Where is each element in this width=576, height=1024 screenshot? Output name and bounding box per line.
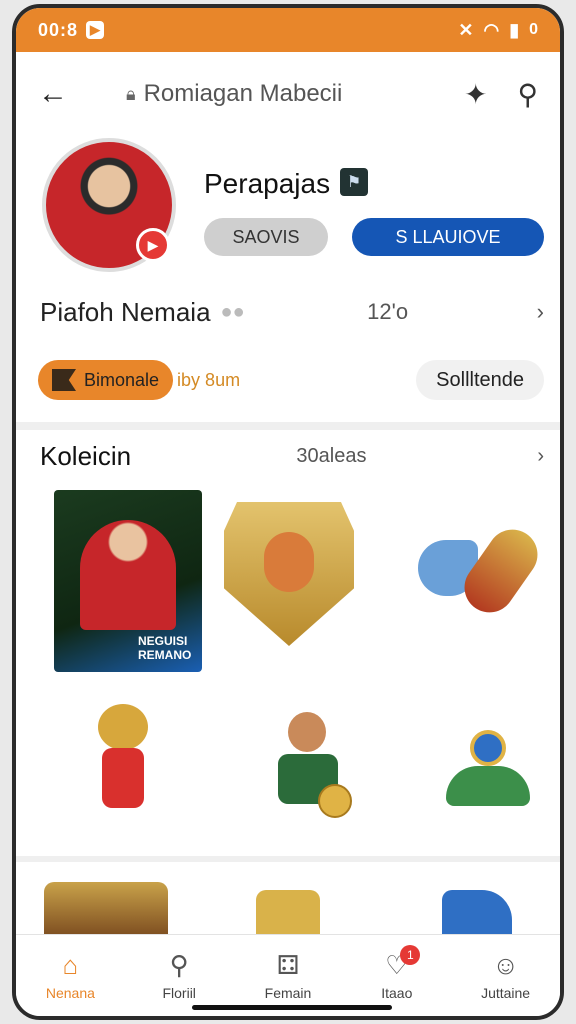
subtext: iby 8um bbox=[177, 369, 241, 390]
nav-search[interactable]: ⚲ Floriil bbox=[125, 935, 234, 1016]
collection-card-5[interactable] bbox=[238, 704, 378, 834]
profile-icon: ☺ bbox=[492, 950, 519, 980]
bottom-nav: ⌂ Nenana ⚲ Floriil ⚃ Femain ♡ 1 Itaao ☺ … bbox=[16, 934, 560, 1016]
page-title: Romiagan Mabecii bbox=[143, 80, 343, 107]
top-bar: ← 🔒︎ Romiagan Mabecii ✦ ⚲ bbox=[16, 66, 560, 122]
machine-base bbox=[446, 766, 530, 806]
back-arrow-icon[interactable]: ← bbox=[38, 77, 78, 111]
chevron-right-icon: › bbox=[531, 444, 544, 467]
coin-icon bbox=[318, 784, 352, 818]
home-indicator bbox=[192, 1005, 392, 1010]
collection-card-9[interactable] bbox=[442, 890, 512, 938]
collection-card-3[interactable] bbox=[418, 519, 548, 630]
section-divider bbox=[16, 856, 560, 862]
bimonale-pill[interactable]: Bimonale bbox=[38, 360, 174, 400]
card-tag-line1: NEGUISI bbox=[138, 634, 188, 648]
verified-badge-icon: ⚑ bbox=[340, 168, 368, 196]
player-head bbox=[288, 712, 326, 752]
collection-card-8[interactable] bbox=[256, 890, 320, 938]
collection-more: 30aleas bbox=[296, 444, 367, 467]
stats-label: Piafoh Nemaia bbox=[40, 296, 211, 327]
reaction-icon: ●● bbox=[220, 300, 245, 323]
player-figure bbox=[80, 520, 176, 630]
action-row: Bimonale iby 8um Sollltende bbox=[38, 358, 544, 402]
sollltende-button[interactable]: Sollltende bbox=[416, 360, 544, 400]
signal-icon: ▮ bbox=[509, 19, 520, 40]
collection-title: Koleicin bbox=[40, 440, 132, 471]
nav-label: Itaao bbox=[381, 985, 413, 1001]
mute-icon: ✕ bbox=[458, 19, 474, 40]
search-icon[interactable]: ⚲ bbox=[517, 78, 538, 111]
collection-card-4[interactable] bbox=[88, 704, 158, 834]
mascot-body bbox=[102, 748, 144, 808]
collection-card-1[interactable]: NEGUISI REMANO bbox=[54, 490, 202, 672]
header-actions: ✦ ⚲ bbox=[464, 78, 538, 111]
search-icon: ⚲ bbox=[169, 950, 189, 980]
stats-row[interactable]: Piafoh Nemaia ●● 12'o › bbox=[40, 292, 544, 332]
nav-label: Nenana bbox=[45, 985, 95, 1001]
mascot-figure bbox=[264, 532, 314, 592]
avatar[interactable]: ▶ bbox=[42, 138, 176, 272]
live-icon: ▶ bbox=[136, 228, 170, 262]
notification-badge: 1 bbox=[400, 945, 421, 965]
save-button[interactable]: SAOVIS bbox=[204, 218, 328, 256]
section-divider bbox=[16, 422, 560, 430]
nav-label: Juttaine bbox=[481, 985, 531, 1001]
nav-label: Femain bbox=[264, 985, 312, 1001]
phone-frame: 00:8 ▶ ✕ ◠ ▮ 0 ← 🔒︎ Romiagan Mabecii ✦ ⚲… bbox=[12, 4, 564, 1020]
dice-icon: ⚃ bbox=[276, 950, 300, 980]
home-icon: ⌂ bbox=[62, 950, 79, 980]
bimonale-label: Bimonale bbox=[84, 369, 160, 390]
profile-section: ▶ Perapajas ⚑ SAOVIS S LLAUIOVE bbox=[42, 138, 544, 278]
lock-icon: 🔒︎ bbox=[126, 83, 136, 104]
nav-home[interactable]: ⌂ Nenana bbox=[16, 935, 125, 1016]
nav-profile[interactable]: ☺ Juttaine bbox=[451, 935, 560, 1016]
profile-name: Perapajas bbox=[204, 168, 331, 199]
flag-icon bbox=[52, 369, 76, 391]
nav-game[interactable]: ⚃ Femain bbox=[234, 935, 343, 1016]
machine-dial bbox=[470, 730, 506, 766]
collection-card-2[interactable] bbox=[224, 502, 354, 646]
collection-card-7[interactable] bbox=[44, 882, 168, 938]
stats-count: 12'o bbox=[367, 299, 409, 324]
nav-label: Floriil bbox=[162, 985, 196, 1001]
status-bar: 00:8 ▶ ✕ ◠ ▮ 0 bbox=[16, 8, 560, 52]
notification-icon: ▶ bbox=[86, 21, 105, 39]
collection-header[interactable]: Koleicin 30aleas › bbox=[40, 438, 544, 474]
status-icons: ✕ ◠ ▮ 0 bbox=[458, 20, 538, 41]
chevron-right-icon: › bbox=[530, 299, 544, 324]
battery-icon: 0 bbox=[529, 21, 538, 38]
card-tag-line2: REMANO bbox=[138, 648, 192, 662]
nav-favorites[interactable]: ♡ 1 Itaao bbox=[342, 935, 451, 1016]
status-time: 00:8 bbox=[38, 19, 79, 40]
follow-button[interactable]: S LLAUIOVE bbox=[352, 218, 544, 256]
mascot-head bbox=[98, 704, 148, 750]
wifi-icon: ◠ bbox=[483, 19, 500, 40]
card-tag: NEGUISI REMANO bbox=[138, 634, 191, 662]
gift-icon[interactable]: ✦ bbox=[464, 78, 487, 111]
collection-card-6[interactable] bbox=[434, 726, 546, 816]
